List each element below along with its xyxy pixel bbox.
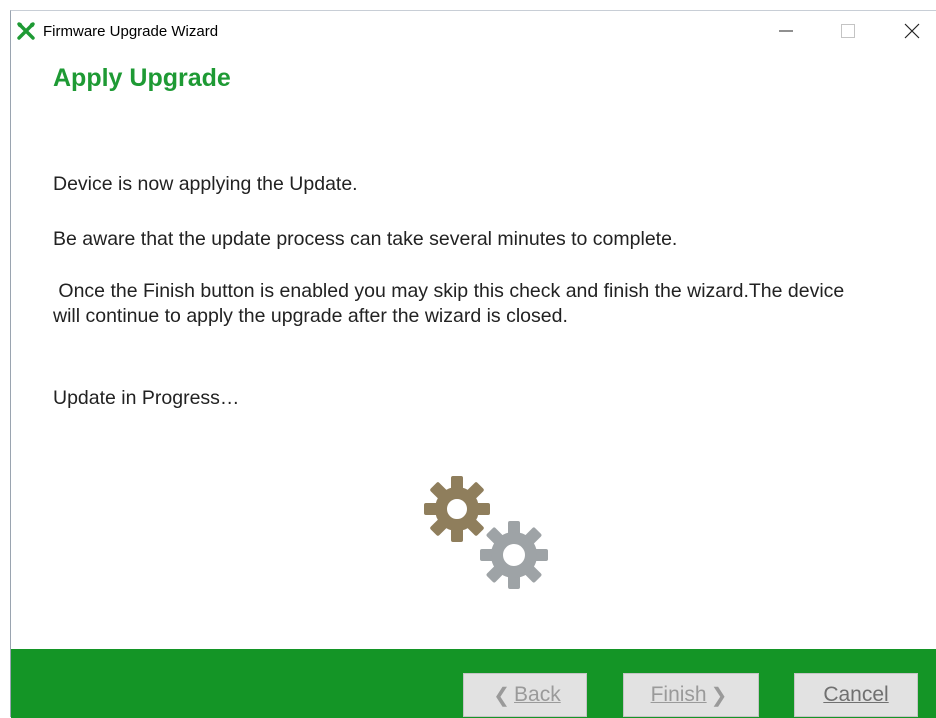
chevron-left-icon: ❮ bbox=[493, 684, 511, 707]
cancel-button[interactable]: Cancel bbox=[794, 673, 918, 717]
finish-info: Once the Finish button is enabled you ma… bbox=[53, 280, 850, 327]
finish-button[interactable]: Finish ❯ bbox=[623, 673, 759, 717]
window-title: Firmware Upgrade Wizard bbox=[43, 23, 219, 40]
minimize-icon bbox=[779, 30, 793, 32]
close-icon bbox=[904, 23, 920, 39]
gears-icon bbox=[424, 476, 548, 589]
footer-bar: ❮ Back Finish ❯ Cancel bbox=[11, 649, 936, 718]
brown-gear bbox=[424, 476, 490, 542]
maximize-button[interactable] bbox=[825, 16, 871, 46]
back-label: Back bbox=[514, 683, 561, 706]
back-button[interactable]: ❮ Back bbox=[463, 673, 587, 717]
wrench-cross-icon bbox=[17, 22, 35, 40]
title-bar: Firmware Upgrade Wizard bbox=[11, 11, 936, 51]
progress-label: Update in Progress… bbox=[53, 387, 240, 409]
status-message: Device is now applying the Update. bbox=[53, 173, 358, 195]
wizard-window: Firmware Upgrade Wizard Apply Upgrade De… bbox=[10, 10, 936, 718]
duration-warning: Be aware that the update process can tak… bbox=[53, 228, 678, 250]
minimize-button[interactable] bbox=[763, 16, 809, 46]
finish-label: Finish bbox=[650, 683, 707, 706]
cancel-label: Cancel bbox=[823, 683, 889, 706]
close-button[interactable] bbox=[889, 16, 935, 46]
gray-gear bbox=[480, 521, 548, 589]
chevron-right-icon: ❯ bbox=[710, 684, 728, 707]
maximize-icon bbox=[841, 24, 855, 38]
page-title: Apply Upgrade bbox=[53, 64, 231, 92]
